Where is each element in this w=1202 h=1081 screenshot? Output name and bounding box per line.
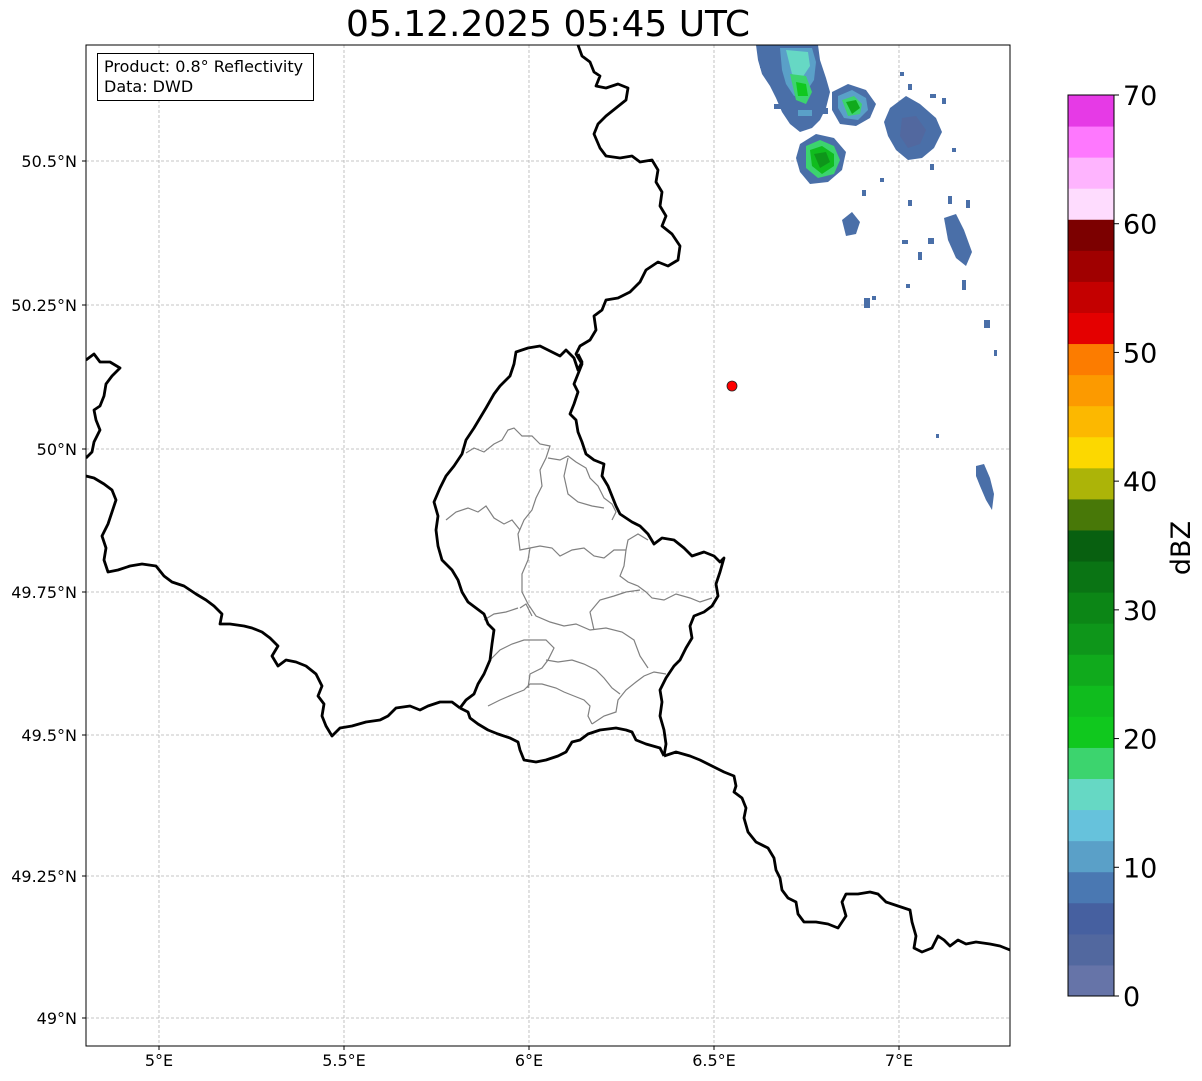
colorbar-swatch	[1068, 716, 1114, 748]
radar-site-marker	[726, 380, 738, 392]
colorbar-swatch	[1068, 809, 1114, 842]
product-info-box: Product: 0.8° Reflectivity Data: DWD	[97, 53, 314, 101]
x-axis-ticks	[158, 1046, 900, 1050]
colorbar-swatch	[1068, 654, 1114, 686]
colorbar-tick-label: 0	[1123, 982, 1140, 1013]
colorbar-swatch	[1068, 933, 1114, 966]
colorbar-swatch	[1068, 529, 1114, 562]
colorbar-swatch	[1068, 498, 1114, 531]
colorbar-swatch	[1068, 126, 1114, 158]
y-tick-label: 49.75°N	[11, 583, 77, 602]
colorbar-swatch	[1068, 778, 1114, 811]
x-tick-label: 6.5°E	[692, 1051, 736, 1070]
product-label: Product: 0.8° Reflectivity	[104, 57, 304, 76]
colorbar-swatch	[1068, 964, 1114, 997]
colorbar-swatch	[1068, 281, 1114, 313]
colorbar-swatch	[1068, 312, 1114, 345]
y-tick-label: 50°N	[37, 440, 77, 459]
colorbar-tick-label: 60	[1123, 210, 1157, 241]
map-area	[86, 45, 1010, 1046]
colorbar-swatch	[1068, 623, 1114, 655]
colorbar-tick-label: 70	[1123, 81, 1157, 112]
colorbar-swatch	[1068, 374, 1114, 407]
colorbar-swatch	[1068, 436, 1114, 469]
y-tick-label: 50.5°N	[21, 152, 77, 171]
colorbar-tick-label: 40	[1123, 467, 1157, 498]
colorbar-swatch	[1068, 157, 1114, 189]
radar-map: 5°E 5.5°E 6°E 6.5°E 7°E 50.5°N 50.25°N 5…	[11, 44, 1197, 1070]
colorbar-swatch	[1068, 188, 1114, 220]
colorbar-label: dBZ	[1166, 521, 1197, 575]
y-tick-label: 50.25°N	[11, 296, 77, 315]
y-axis-ticks	[82, 160, 86, 1019]
x-tick-label: 5°E	[145, 1051, 173, 1070]
x-tick-label: 7°E	[885, 1051, 913, 1070]
colorbar-swatch	[1068, 343, 1114, 376]
colorbar-tick-label: 50	[1123, 338, 1157, 369]
colorbar-tick-label: 30	[1123, 596, 1157, 627]
colorbar-swatch	[1068, 561, 1114, 593]
colorbar-swatch	[1068, 871, 1114, 904]
colorbar-swatch	[1068, 685, 1114, 717]
colorbar	[1068, 95, 1114, 997]
y-tick-label: 49.25°N	[11, 867, 77, 886]
data-source-label: Data: DWD	[104, 77, 194, 96]
colorbar-tick-label: 20	[1123, 725, 1157, 756]
colorbar-ticks	[1114, 94, 1119, 997]
colorbar-swatch	[1068, 902, 1114, 935]
y-tick-label: 49.5°N	[21, 726, 77, 745]
colorbar-swatch	[1068, 747, 1114, 780]
x-tick-label: 6°E	[515, 1051, 543, 1070]
colorbar-swatch	[1068, 592, 1114, 624]
colorbar-tick-label: 10	[1123, 853, 1157, 884]
y-tick-label: 49°N	[37, 1009, 77, 1028]
colorbar-swatch	[1068, 405, 1114, 438]
colorbar-swatch	[1068, 219, 1114, 251]
colorbar-swatch	[1068, 95, 1114, 127]
x-tick-label: 5.5°E	[322, 1051, 366, 1070]
colorbar-swatch	[1068, 840, 1114, 873]
colorbar-swatch	[1068, 250, 1114, 282]
colorbar-swatch	[1068, 467, 1114, 500]
